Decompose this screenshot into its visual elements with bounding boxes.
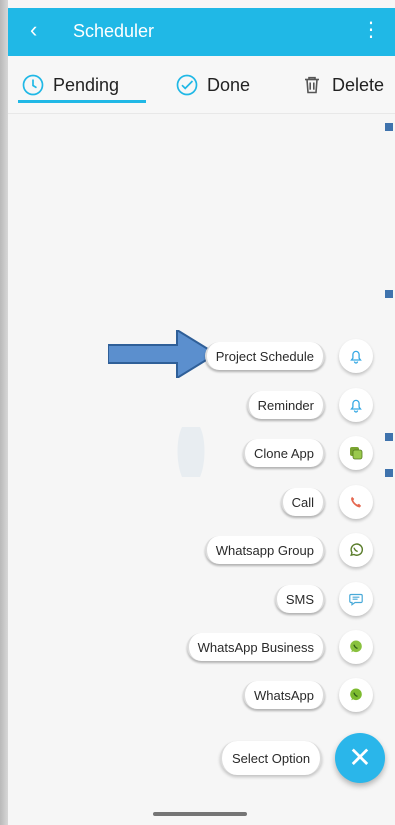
check-circle-icon [176,74,198,96]
phone-screen: ‹ Scheduler ⋮ Pending Done Delete Projec… [8,0,395,825]
tab-delete-label: Delete [332,74,385,95]
kebab-menu-icon[interactable]: ⋮ [361,20,381,40]
bell-icon[interactable] [339,339,373,373]
gesture-navigation-handle[interactable] [153,812,247,816]
option-label: WhatsApp [243,681,325,709]
tab-bar: Pending Done Delete [8,56,395,114]
clock-icon [22,74,44,96]
option-label: Whatsapp Group [204,536,325,564]
option-label: Reminder [246,391,325,419]
whatsapp-icon[interactable] [339,533,373,567]
option-label: WhatsApp Business [186,633,325,661]
option-clone-app[interactable]: Clone App [8,436,395,470]
select-option-label[interactable]: Select Option [220,741,323,775]
tab-pending[interactable]: Pending [21,72,119,98]
option-label: Clone App [243,439,325,467]
option-project-schedule[interactable]: Project Schedule [8,339,395,373]
option-sms[interactable]: SMS [8,582,395,616]
option-whatsapp-group[interactable]: Whatsapp Group [8,533,395,567]
option-reminder[interactable]: Reminder [8,388,395,422]
tab-done[interactable]: Done [175,72,250,98]
whatsapp-business-icon[interactable] [339,630,373,664]
whatsapp-icon[interactable] [339,678,373,712]
phone-icon[interactable] [339,485,373,519]
option-call[interactable]: Call [8,485,395,519]
tab-done-label: Done [207,74,251,95]
trash-icon [305,76,319,94]
option-whatsapp[interactable]: WhatsApp [8,678,395,712]
option-label: Project Schedule [204,342,325,370]
back-chevron-icon[interactable]: ‹ [30,19,37,41]
tab-pending-label: Pending [53,74,120,95]
option-label: Call [280,488,325,516]
option-label: SMS [274,585,325,613]
clone-app-icon[interactable] [339,436,373,470]
tab-selected-underline [18,100,146,103]
page-title: Scheduler [73,21,155,41]
close-icon[interactable]: ✕ [335,733,385,783]
app-bar: ‹ Scheduler ⋮ [8,8,395,56]
edge-marker [385,123,393,131]
edge-marker [385,469,393,477]
option-whatsapp-business[interactable]: WhatsApp Business [8,630,395,664]
edge-marker [385,290,393,298]
tab-delete[interactable]: Delete [300,72,384,98]
sms-icon[interactable] [339,582,373,616]
bell-icon[interactable] [339,388,373,422]
left-edge-strip [0,0,8,825]
